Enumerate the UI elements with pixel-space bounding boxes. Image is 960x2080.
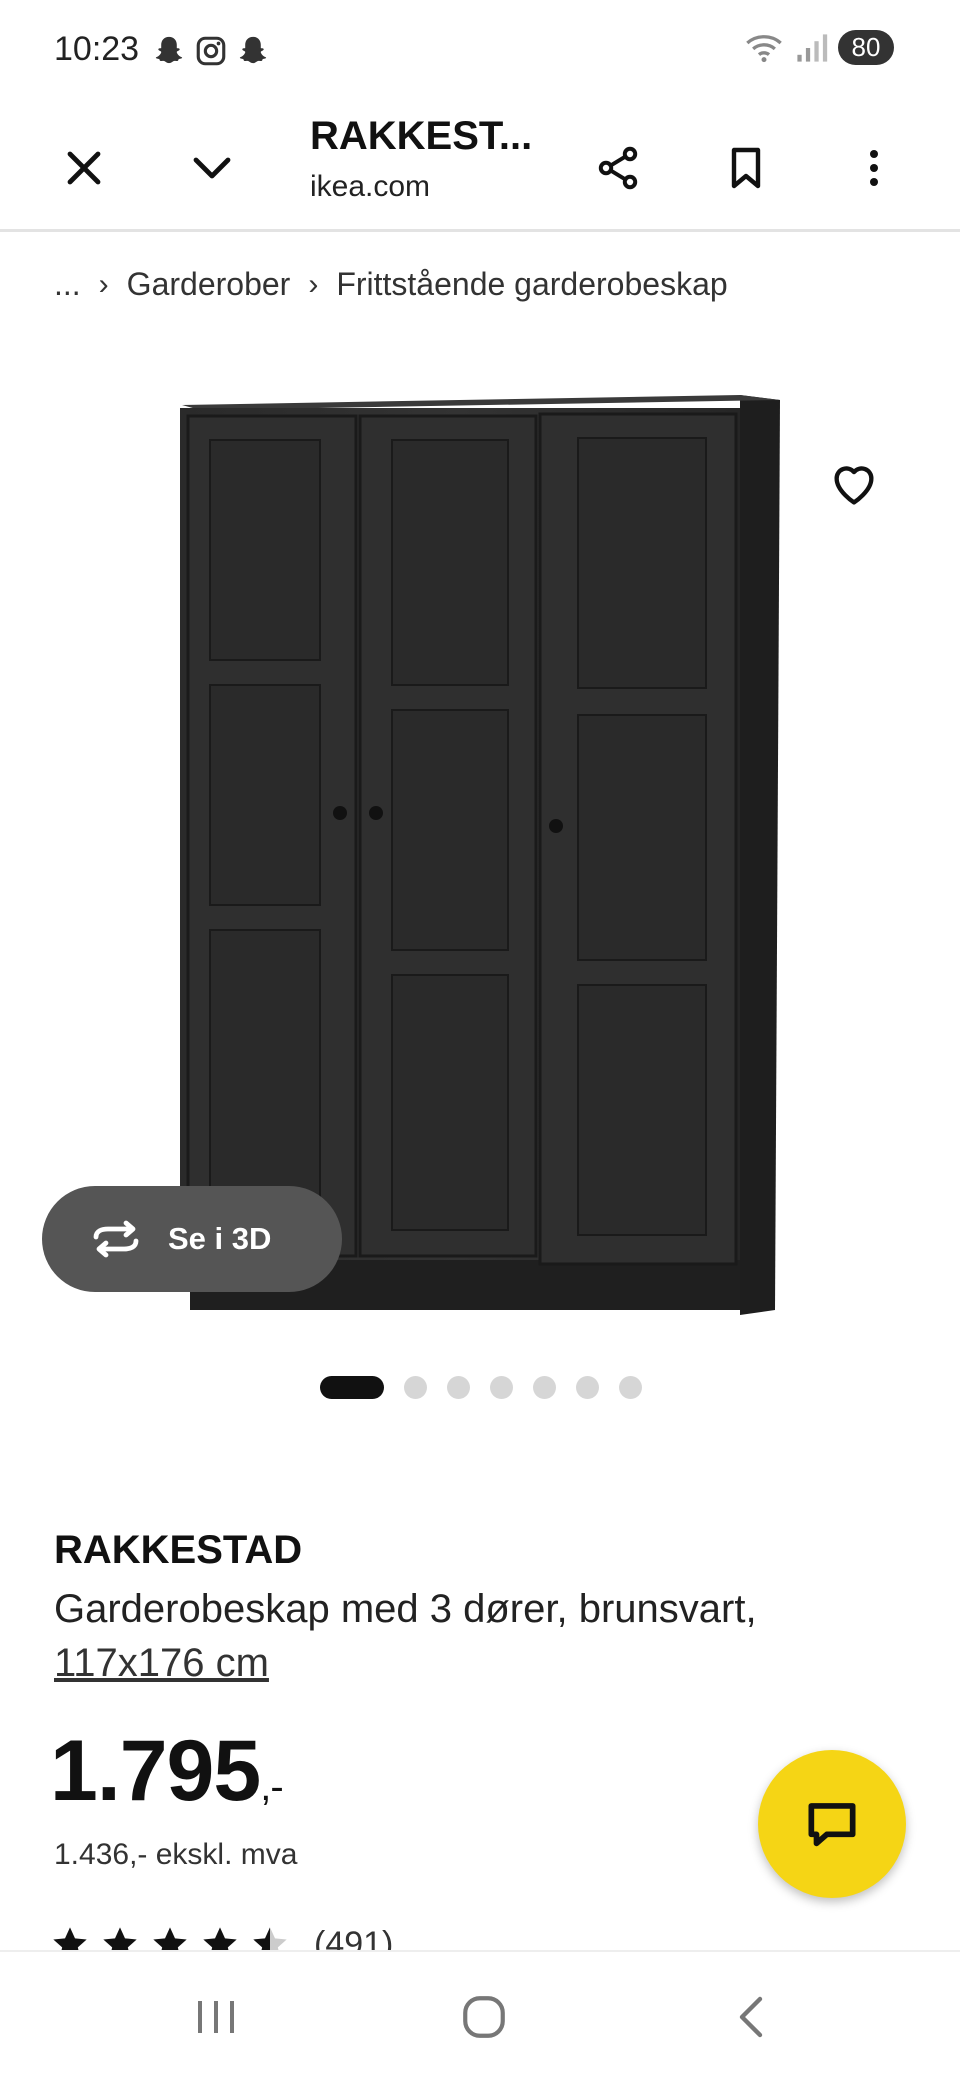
close-button[interactable] xyxy=(44,128,124,208)
product-image[interactable] xyxy=(170,380,800,1320)
close-icon xyxy=(67,151,101,185)
chevron-right-icon: › xyxy=(98,267,109,301)
carousel-dot[interactable] xyxy=(447,1376,470,1399)
product-size-link[interactable]: 117x176 cm xyxy=(54,1641,269,1685)
back-button[interactable] xyxy=(712,1982,792,2052)
bookmark-icon xyxy=(731,147,761,189)
breadcrumb-wardrobes[interactable]: Garderober xyxy=(127,266,291,303)
more-icon xyxy=(870,150,878,186)
chevron-right-icon: › xyxy=(308,267,319,301)
product-description-text: Garderobeskap med 3 dører, brunsvart, xyxy=(54,1587,757,1631)
system-navigation-bar xyxy=(0,1950,960,2080)
back-icon xyxy=(739,1996,763,2038)
favorite-button[interactable] xyxy=(820,450,888,518)
notification-icons xyxy=(152,34,270,68)
battery-level: 80 xyxy=(838,30,894,65)
breadcrumb-ellipsis[interactable]: ... xyxy=(54,266,81,303)
share-button[interactable] xyxy=(578,128,658,208)
price-excl-vat: 1.436,- ekskl. mva xyxy=(54,1838,298,1871)
snapchat-icon xyxy=(239,36,267,64)
page-title: RAKKEST... xyxy=(310,114,533,158)
see-in-3d-label: Se i 3D xyxy=(168,1221,272,1256)
heart-icon xyxy=(834,466,874,505)
carousel-dot[interactable] xyxy=(404,1376,427,1399)
more-options-button[interactable] xyxy=(834,128,914,208)
chat-icon xyxy=(808,1803,856,1847)
carousel-dot[interactable] xyxy=(619,1376,642,1399)
product-description: Garderobeskap med 3 dører, brunsvart, 11… xyxy=(54,1582,874,1690)
collapse-button[interactable] xyxy=(172,128,252,208)
product-price: 1.795,- xyxy=(50,1722,284,1821)
carousel-dot[interactable] xyxy=(533,1376,556,1399)
status-right: 80 xyxy=(744,30,894,65)
share-icon xyxy=(598,146,638,190)
browser-toolbar: RAKKEST... ikea.com xyxy=(0,104,960,232)
breadcrumb: ... › Garderober › Frittstående garderob… xyxy=(54,266,728,303)
price-value: 1.795 xyxy=(50,1723,261,1819)
carousel-dot[interactable] xyxy=(576,1376,599,1399)
price-suffix: ,- xyxy=(260,1765,283,1809)
carousel-dot-active[interactable] xyxy=(320,1376,384,1399)
breadcrumb-freestanding[interactable]: Frittstående garderobeskap xyxy=(336,266,727,303)
recent-apps-icon xyxy=(198,2001,234,2033)
wifi-icon xyxy=(746,34,782,62)
carousel-dot[interactable] xyxy=(490,1376,513,1399)
page-domain: ikea.com xyxy=(310,170,431,203)
signal-icon xyxy=(797,33,828,62)
product-name: RAKKESTAD xyxy=(54,1528,303,1572)
status-bar: 10:23 80 xyxy=(0,0,960,104)
carousel-dots xyxy=(320,1376,642,1399)
recent-apps-button[interactable] xyxy=(176,1982,256,2052)
chat-button[interactable] xyxy=(758,1750,906,1898)
chevron-down-icon xyxy=(193,157,231,179)
bookmark-button[interactable] xyxy=(706,128,786,208)
see-in-3d-button[interactable]: Se i 3D xyxy=(42,1186,342,1292)
status-time: 10:23 xyxy=(54,30,140,68)
home-icon xyxy=(463,1996,505,2038)
snapchat-icon xyxy=(155,36,183,64)
instagram-icon xyxy=(196,36,226,66)
home-button[interactable] xyxy=(444,1982,524,2052)
rotate-3d-icon xyxy=(93,1220,139,1258)
